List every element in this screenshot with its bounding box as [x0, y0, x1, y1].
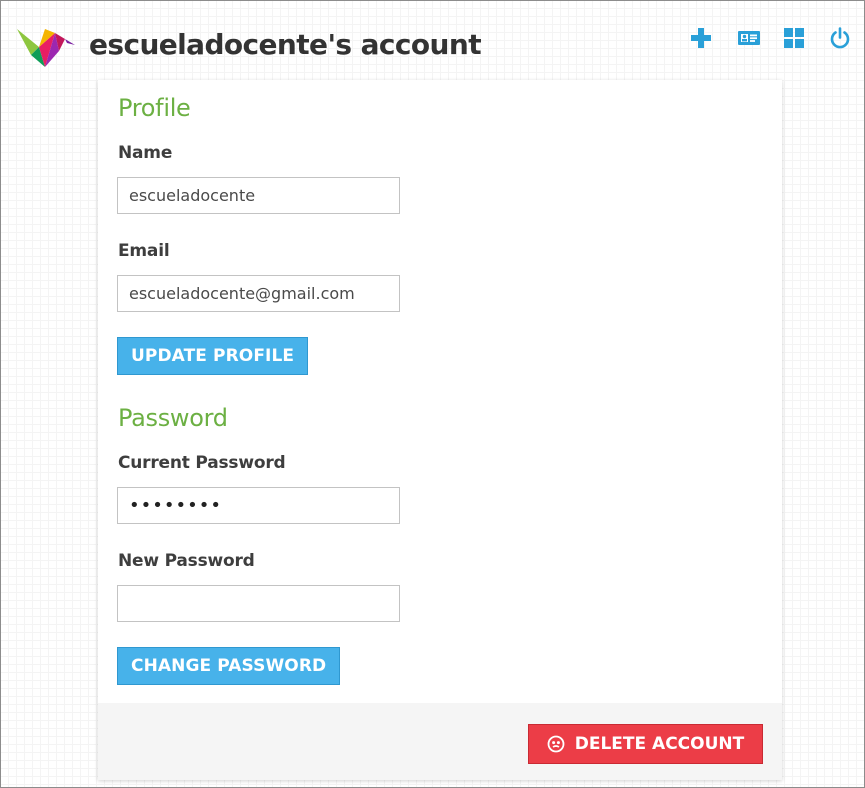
delete-account-button[interactable]: DELETE ACCOUNT — [528, 724, 763, 764]
header: escueladocente's account — [1, 1, 864, 79]
change-password-button[interactable]: CHANGE PASSWORD — [117, 647, 341, 685]
add-icon[interactable] — [689, 26, 713, 50]
profile-heading: Profile — [118, 94, 191, 122]
email-field[interactable] — [117, 275, 400, 312]
update-profile-button[interactable]: UPDATE PROFILE — [117, 337, 309, 375]
account-form: Profile Name Email UPDATE PROFILE Passwo… — [98, 80, 782, 703]
password-heading: Password — [118, 404, 228, 432]
new-password-label: New Password — [118, 551, 255, 571]
new-password-field[interactable] — [117, 585, 400, 622]
page-title: escueladocente's account — [89, 28, 482, 61]
power-icon[interactable] — [828, 26, 852, 50]
delete-account-label: DELETE ACCOUNT — [574, 734, 745, 754]
skull-warning-icon — [547, 735, 565, 753]
dashboard-grid-icon[interactable] — [782, 26, 806, 50]
email-label: Email — [118, 241, 170, 261]
name-field[interactable] — [117, 177, 400, 214]
profile-card-icon[interactable] — [737, 26, 761, 50]
current-password-field[interactable] — [117, 487, 400, 524]
current-password-label: Current Password — [118, 453, 286, 473]
name-label: Name — [118, 143, 173, 163]
card-footer: DELETE ACCOUNT — [98, 703, 782, 780]
crane-logo-icon[interactable] — [15, 25, 77, 69]
account-card: Profile Name Email UPDATE PROFILE Passwo… — [98, 80, 782, 780]
